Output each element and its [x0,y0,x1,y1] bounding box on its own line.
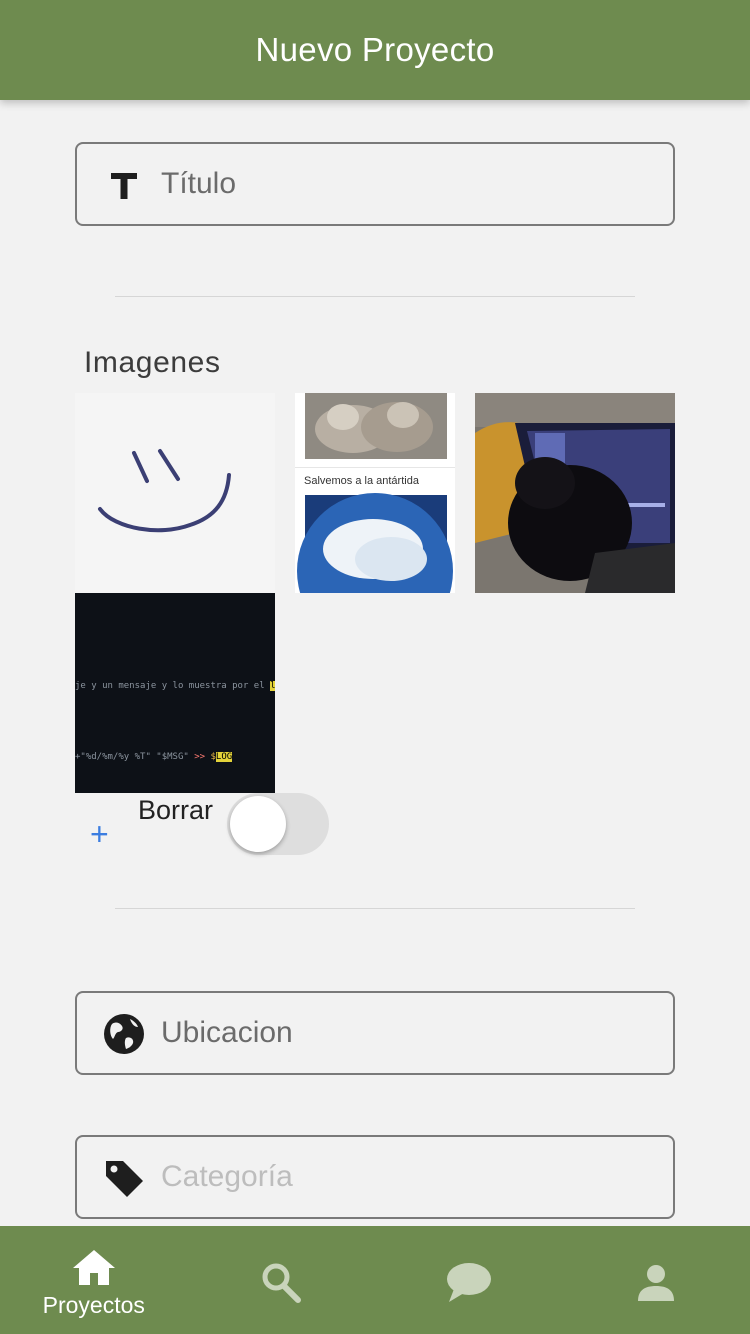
image-thumbnail-cat-laptop[interactable] [475,393,675,593]
home-icon [72,1250,115,1285]
tab-chat[interactable] [375,1226,563,1334]
app-header: Nuevo Proyecto [0,0,750,100]
divider [115,296,635,297]
tag-icon [106,1161,143,1197]
chat-icon [446,1263,491,1302]
location-input[interactable]: Ubicacion [161,993,293,1073]
divider [115,908,635,909]
title-input[interactable]: Título [161,144,236,224]
terminal-operator: >> [194,752,206,762]
image-thumbnail-smiley[interactable] [75,393,275,593]
add-image-button[interactable]: + [90,816,109,852]
location-field[interactable]: Ubicacion [75,991,675,1075]
page-title: Nuevo Proyecto [255,31,495,68]
delete-toggle-label: Borrar [138,795,214,825]
tab-proyectos[interactable]: Proyectos [0,1226,188,1334]
toggle-knob [230,796,286,852]
tab-bar: Proyectos [0,1226,750,1334]
cat-laptop-photo [475,393,675,593]
image-thumbnail-terminal[interactable]: je y un mensaje y lo muestra por el log … [75,593,275,793]
category-input[interactable]: Categoría [161,1137,293,1217]
image-thumbnail-kittens[interactable]: Salvemos a la antártida [295,393,455,593]
delete-toggle[interactable] [227,793,329,855]
tab-label-proyectos: Proyectos [42,1292,145,1318]
kittens-antarctica-image [295,393,455,593]
search-icon [262,1263,302,1303]
image-caption: Salvemos a la antártida [304,475,419,487]
terminal-text: +"%d/%m/%y %T" "$MSG" [75,752,189,762]
title-field[interactable]: Título [75,142,675,226]
terminal-highlight: LOG [215,752,233,762]
terminal-text: je y un mensaje y lo muestra por el [75,681,265,691]
category-field[interactable]: Categoría [75,1135,675,1219]
smiley-drawing [98,449,231,533]
tab-profile[interactable] [563,1226,750,1334]
images-section-title: Imagenes [84,346,221,379]
globe-icon [104,1014,144,1054]
user-icon [638,1265,675,1301]
tab-search[interactable] [188,1226,376,1334]
terminal-highlight: log [270,681,275,691]
text-icon [111,173,137,199]
